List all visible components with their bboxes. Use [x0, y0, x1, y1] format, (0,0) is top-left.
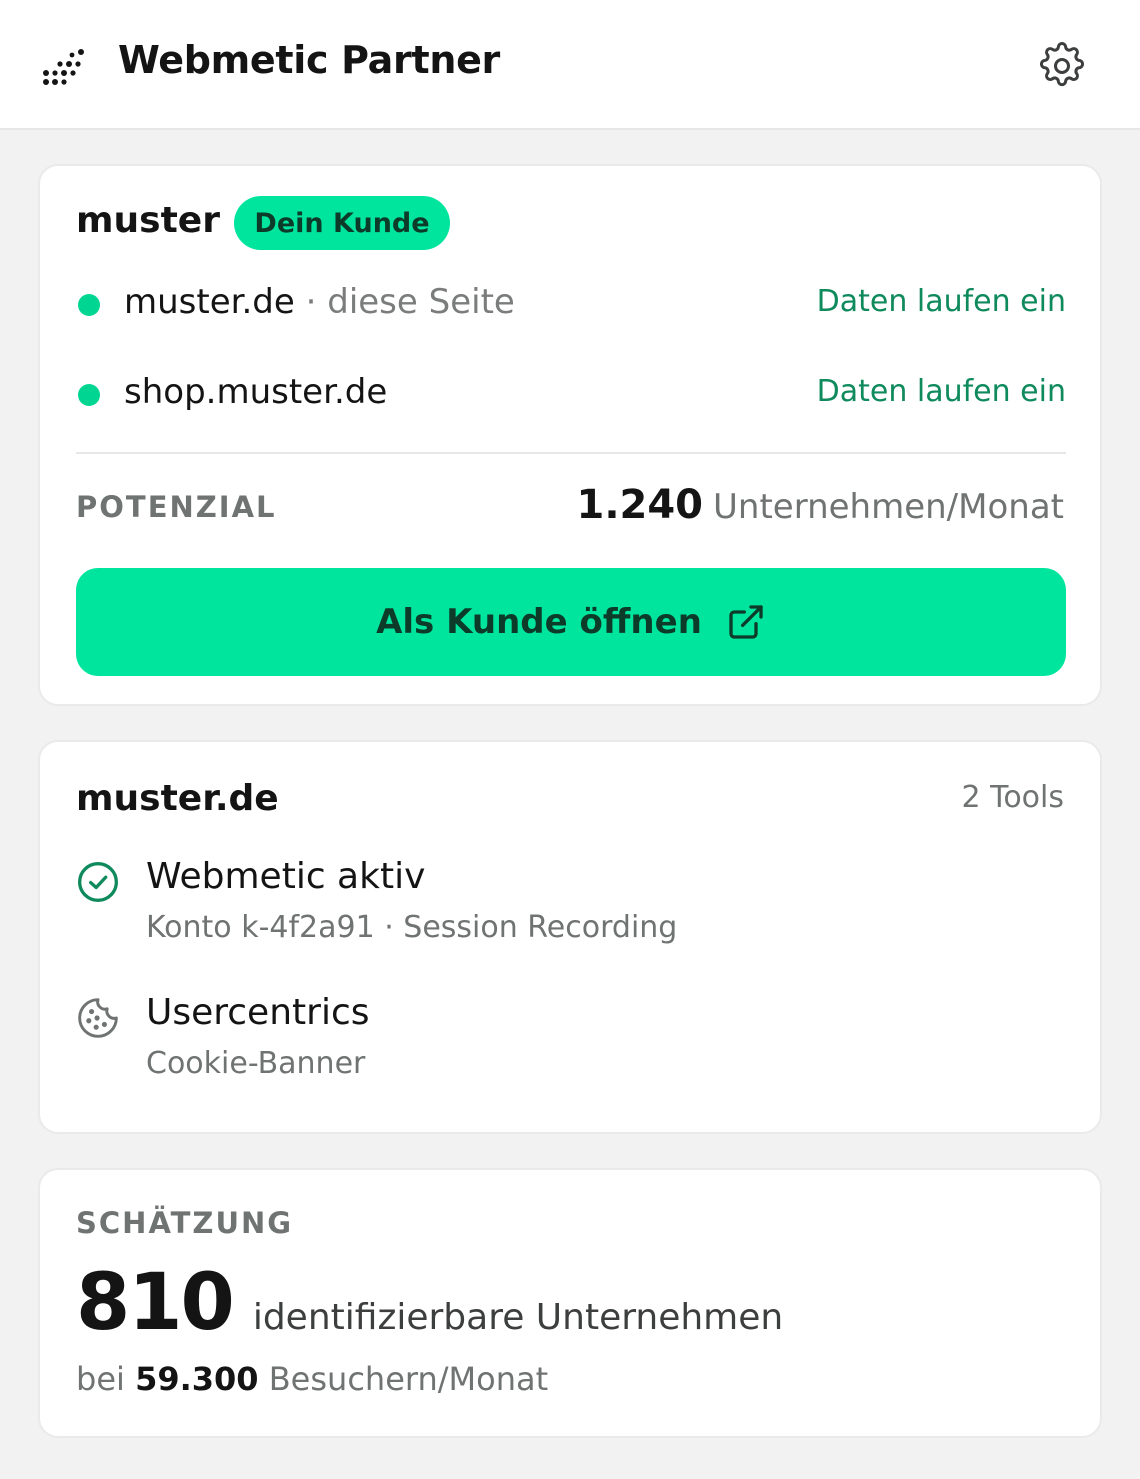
divider	[76, 452, 1066, 454]
status-dot	[78, 294, 100, 316]
site-status: Daten laufen ein	[816, 374, 1066, 409]
status-dot	[78, 384, 100, 406]
estimate-row: 810 identifizierbare Unternehmen	[76, 1258, 783, 1348]
potential-label: POTENZIAL	[76, 490, 277, 524]
tools-count: 2 Tools	[961, 780, 1064, 815]
check-circle-icon	[78, 862, 118, 902]
site-domain: shop.muster.de	[124, 372, 387, 412]
open-as-client-label: Als Kunde öffnen	[376, 602, 702, 642]
tool-detail: Konto k-4f2a91 · Session Recording	[146, 910, 678, 945]
tool-item: Usercentrics Cookie-Banner	[76, 992, 1066, 1092]
tools-domain: muster.de	[76, 778, 279, 819]
tool-name: Usercentrics	[146, 992, 370, 1033]
potential-value: 1.240 Unternehmen/Monat	[576, 482, 1064, 528]
site-row: shop.muster.de Daten laufen ein	[76, 370, 1066, 420]
site-separator: ·	[305, 282, 317, 322]
site-note: diese Seite	[327, 282, 515, 322]
external-link-icon	[729, 605, 763, 639]
tools-card: muster.de 2 Tools Webmetic aktiv Konto k…	[38, 740, 1102, 1134]
app-header: Webmetic Partner	[0, 0, 1140, 130]
site-domain-name: muster.de	[124, 282, 295, 322]
estimate-number: 810	[76, 1258, 235, 1348]
client-name: muster	[76, 200, 220, 241]
site-domain: muster.de · diese Seite	[124, 282, 515, 322]
site-domain-name: shop.muster.de	[124, 372, 388, 412]
gear-icon[interactable]	[1036, 40, 1088, 92]
dotted-logo-icon	[43, 49, 84, 85]
app-title: Webmetic Partner	[118, 38, 500, 82]
client-card: muster Dein Kunde muster.de · diese Seit…	[38, 164, 1102, 706]
estimate-visitors: 59.300	[135, 1360, 259, 1398]
potential-number: 1.240	[576, 482, 704, 528]
site-row: muster.de · diese Seite Daten laufen ein	[76, 280, 1066, 330]
estimate-card: SCHÄTZUNG 810 identifizierbare Unternehme…	[38, 1168, 1102, 1438]
estimate-label: SCHÄTZUNG	[76, 1206, 294, 1240]
estimate-sub-prefix: bei	[76, 1360, 125, 1398]
tool-detail: Cookie-Banner	[146, 1046, 366, 1081]
estimate-subline: bei 59.300 Besuchern/Monat	[76, 1360, 548, 1398]
cookie-icon	[78, 998, 118, 1038]
tool-name: Webmetic aktiv	[146, 856, 426, 897]
tool-item: Webmetic aktiv Konto k-4f2a91 · Session …	[76, 856, 1066, 956]
open-as-client-button[interactable]: Als Kunde öffnen	[76, 568, 1066, 676]
client-badge: Dein Kunde	[234, 196, 450, 250]
estimate-sub-unit: Besuchern/Monat	[268, 1360, 549, 1398]
potential-unit: Unternehmen/Monat	[713, 487, 1064, 527]
estimate-unit: identifizierbare Unternehmen	[252, 1297, 784, 1338]
site-status: Daten laufen ein	[816, 284, 1066, 319]
